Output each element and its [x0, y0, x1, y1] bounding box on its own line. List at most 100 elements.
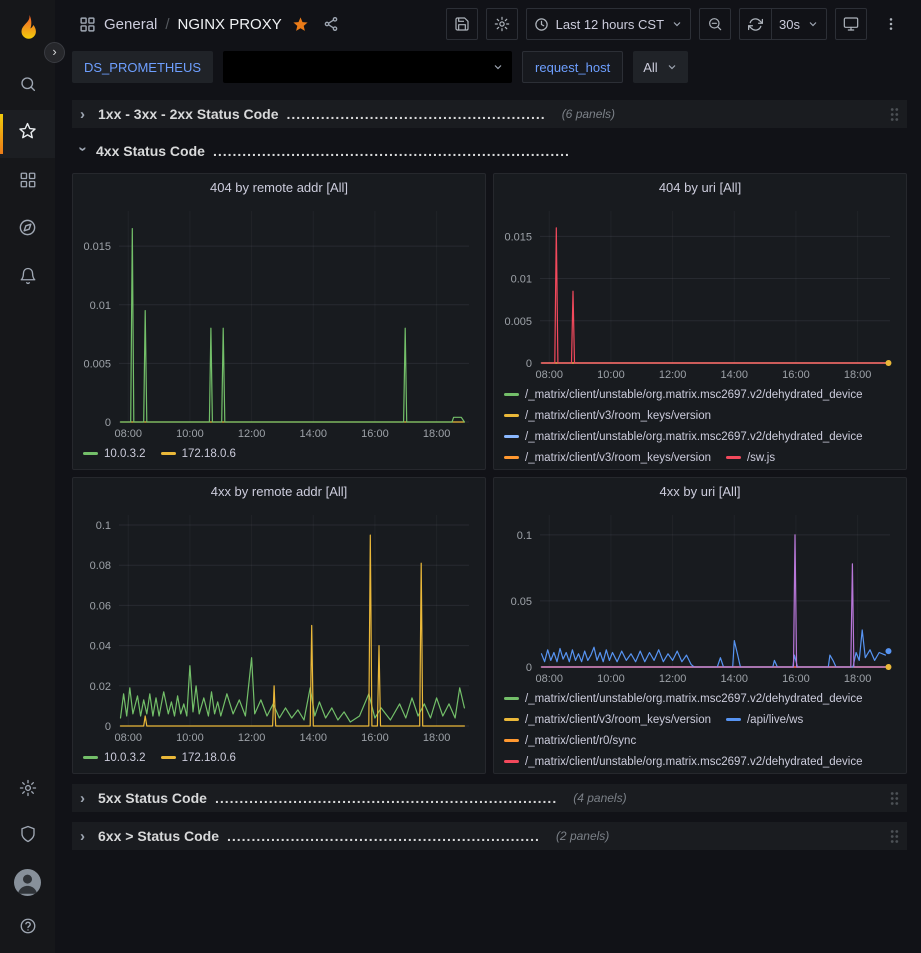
sidebar-item-starred[interactable]	[0, 110, 55, 158]
datasource-picker[interactable]	[223, 51, 512, 83]
legend-series-swatch	[504, 760, 519, 763]
row-drag-handle[interactable]	[890, 107, 899, 122]
row-drag-handle[interactable]	[890, 791, 899, 806]
svg-text:0.08: 0.08	[90, 560, 111, 572]
legend-series-swatch	[504, 456, 519, 459]
more-menu-button[interactable]	[875, 8, 907, 40]
panels-grid: 404 by remote addr [All] 08:0010:0012:00…	[72, 173, 907, 774]
legend-item[interactable]: /_matrix/client/unstable/org.matrix.msc2…	[504, 426, 863, 447]
row-title: 5xx Status Code	[98, 790, 207, 806]
sidebar-item-search[interactable]	[0, 62, 55, 110]
row-chevron-icon: ›	[80, 829, 90, 844]
row-1xx-3xx-2xx[interactable]: › 1xx - 3xx - 2xx Status Code ..........…	[72, 100, 907, 128]
user-avatar	[14, 869, 41, 896]
sidebar-item-profile[interactable]	[0, 859, 55, 905]
gear-icon	[19, 779, 37, 802]
request-host-picker[interactable]: All	[633, 51, 687, 83]
svg-text:0.01: 0.01	[511, 274, 532, 286]
legend-item[interactable]: /sw.js	[726, 447, 775, 468]
row-title-dots: ........................................…	[287, 106, 546, 122]
panel-title[interactable]: 404 by remote addr [All]	[73, 174, 485, 201]
svg-text:18:00: 18:00	[423, 428, 451, 440]
chevron-down-icon	[492, 61, 504, 73]
legend-series-swatch	[504, 393, 519, 396]
legend-series-swatch	[161, 452, 176, 455]
time-series-chart[interactable]: 08:0010:0012:0014:0016:0018:0000.020.040…	[73, 505, 485, 746]
sidebar-expand-button[interactable]: ›	[44, 42, 65, 63]
sidebar	[0, 0, 55, 953]
clock-icon	[534, 17, 549, 32]
sidebar-item-configuration[interactable]	[0, 767, 55, 813]
svg-text:0: 0	[105, 721, 111, 733]
legend-item[interactable]: /_matrix/client/v3/room_keys/version	[504, 709, 711, 730]
dashboard-content: › 1xx - 3xx - 2xx Status Code ..........…	[55, 93, 921, 850]
sidebar-item-alerting[interactable]	[0, 254, 55, 302]
sidebar-item-explore[interactable]	[0, 206, 55, 254]
sidebar-item-help[interactable]	[0, 905, 55, 951]
svg-text:10:00: 10:00	[176, 428, 204, 440]
svg-text:12:00: 12:00	[238, 732, 266, 744]
legend-item[interactable]: /_matrix/client/unstable/org.matrix.msc2…	[504, 751, 863, 772]
save-dashboard-button[interactable]	[446, 8, 478, 40]
panel-404-by-uri: 404 by uri [All] 08:0010:0012:0014:0016:…	[493, 173, 907, 470]
datasource-label[interactable]: DS_PROMETHEUS	[72, 51, 213, 83]
legend-item[interactable]: /_matrix/client/unstable/org.matrix.msc2…	[504, 384, 863, 405]
legend-item[interactable]: 10.0.3.2	[83, 443, 146, 464]
svg-text:08:00: 08:00	[535, 369, 563, 381]
svg-text:0.06: 0.06	[90, 600, 111, 612]
legend-item[interactable]: /api/live/ws	[726, 709, 803, 730]
svg-text:0: 0	[526, 662, 532, 674]
legend-item[interactable]: /_matrix/client/unstable/org.matrix.msc2…	[504, 688, 863, 709]
row-panel-count: (2 panels)	[556, 829, 609, 843]
row-4xx[interactable]: › 4xx Status Code ......................…	[72, 138, 907, 164]
svg-text:0.015: 0.015	[83, 241, 111, 253]
row-title-dots: ........................................…	[213, 143, 570, 159]
legend-item[interactable]: 10.0.3.2	[83, 747, 146, 768]
refresh-button[interactable]	[739, 8, 771, 40]
legend-item[interactable]: /_matrix/client/v3/room_keys/version	[504, 447, 711, 468]
panel-title[interactable]: 4xx by uri [All]	[494, 478, 906, 505]
legend-item[interactable]: /_matrix/client/v3/room_keys/version	[504, 405, 711, 426]
sidebar-item-dashboards[interactable]	[0, 158, 55, 206]
breadcrumb-section[interactable]: General	[104, 16, 157, 33]
legend-series-label: /sw.js	[747, 452, 775, 464]
row-drag-handle[interactable]	[890, 829, 899, 844]
row-6xx[interactable]: › 6xx > Status Code ....................…	[72, 822, 907, 850]
refresh-interval-label: 30s	[779, 17, 800, 32]
svg-text:0.04: 0.04	[90, 641, 111, 653]
svg-text:18:00: 18:00	[844, 673, 872, 685]
time-series-chart[interactable]: 08:0010:0012:0014:0016:0018:0000.050.1	[494, 505, 906, 687]
grafana-logo[interactable]	[0, 8, 55, 48]
panel-title[interactable]: 4xx by remote addr [All]	[73, 478, 485, 505]
time-series-chart[interactable]: 08:0010:0012:0014:0016:0018:0000.0050.01…	[73, 201, 485, 442]
legend-series-label: /_matrix/client/v3/room_keys/version	[525, 452, 711, 464]
refresh-group: 30s	[739, 8, 827, 40]
row-title-dots: ........................................…	[227, 828, 540, 844]
time-range-label: Last 12 hours CST	[556, 17, 664, 32]
row-title-dots: ........................................…	[215, 790, 557, 806]
zoom-out-button[interactable]	[699, 8, 731, 40]
legend-series-swatch	[504, 435, 519, 438]
row-panel-count: (6 panels)	[562, 107, 615, 121]
dashboard-settings-button[interactable]	[486, 8, 518, 40]
tv-mode-button[interactable]	[835, 8, 867, 40]
legend-series-swatch	[726, 718, 741, 721]
legend-item[interactable]: /_matrix/client/r0/sync	[504, 730, 636, 751]
legend-series-label: /_matrix/client/unstable/org.matrix.msc2…	[525, 431, 863, 443]
panel-legend: 10.0.3.2 172.18.0.6	[73, 746, 485, 773]
svg-text:16:00: 16:00	[782, 369, 810, 381]
row-5xx[interactable]: › 5xx Status Code ......................…	[72, 784, 907, 812]
breadcrumb-title[interactable]: NGINX PROXY	[178, 16, 282, 33]
refresh-interval-dropdown[interactable]: 30s	[771, 8, 827, 40]
svg-text:08:00: 08:00	[535, 673, 563, 685]
sidebar-item-server-admin[interactable]	[0, 813, 55, 859]
legend-item[interactable]: 172.18.0.6	[161, 443, 236, 464]
request-host-label[interactable]: request_host	[522, 51, 623, 83]
favorite-star-icon[interactable]	[292, 16, 309, 33]
time-series-chart[interactable]: 08:0010:0012:0014:0016:0018:0000.0050.01…	[494, 201, 906, 383]
panel-title[interactable]: 404 by uri [All]	[494, 174, 906, 201]
time-range-picker[interactable]: Last 12 hours CST	[526, 8, 691, 40]
legend-item[interactable]: 172.18.0.6	[161, 747, 236, 768]
share-icon[interactable]	[323, 16, 339, 32]
dashboard-grid-icon	[79, 16, 96, 33]
